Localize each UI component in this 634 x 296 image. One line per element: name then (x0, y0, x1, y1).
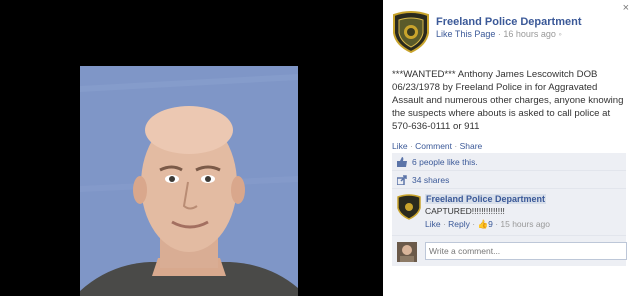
comment-link[interactable]: Comment (415, 141, 452, 151)
comment-timestamp[interactable]: 15 hours ago (500, 219, 550, 229)
post-meta: Like This Page · 16 hours ago ◦ (436, 29, 562, 39)
post-sidebar: × Freeland Police Department Like This P… (383, 0, 634, 296)
close-icon[interactable]: × (623, 2, 629, 14)
shares-count-link[interactable]: 34 shares (412, 175, 449, 185)
comment-author-link[interactable]: Freeland Police Department (425, 194, 547, 204)
post-text: ***WANTED*** Anthony James Lescowitch DO… (392, 69, 624, 132)
globe-icon: ◦ (558, 29, 562, 39)
police-badge-logo[interactable] (392, 11, 430, 54)
comment-item: Freeland Police Department CAPTURED!!!!!… (392, 189, 626, 236)
like-page-link[interactable]: Like This Page (436, 29, 495, 39)
viewer-avatar (397, 242, 417, 262)
share-link[interactable]: Share (460, 141, 483, 151)
thumbs-up-icon (397, 157, 407, 167)
post-timestamp[interactable]: 16 hours ago (503, 29, 556, 39)
shares-row: 34 shares (392, 171, 626, 189)
comment-like-count[interactable]: 9 (488, 219, 493, 229)
likes-row: 6 people like this. (392, 153, 626, 171)
commenter-badge-avatar[interactable] (397, 194, 421, 220)
likes-count-link[interactable]: 6 people like this. (412, 157, 478, 167)
feedback-box: 6 people like this. 34 shares Freeland P… (392, 153, 627, 266)
comment-text: CAPTURED!!!!!!!!!!!!!! (425, 206, 505, 216)
share-icon (396, 175, 407, 186)
comment-meta: Like · Reply · 👍9 · 15 hours ago (425, 219, 550, 230)
comment-thumbs-up-icon: 👍 (477, 219, 489, 229)
page-name-link[interactable]: Freeland Police Department (436, 16, 582, 28)
like-link[interactable]: Like (392, 141, 408, 151)
photo-viewer (0, 0, 383, 296)
post-actions: Like · Comment · Share (392, 141, 482, 151)
suspect-photo[interactable] (80, 66, 298, 296)
comment-reply-link[interactable]: Reply (448, 219, 470, 229)
comment-like-link[interactable]: Like (425, 219, 441, 229)
comment-input[interactable]: Write a comment... (425, 242, 627, 260)
comment-composer: Write a comment... (392, 236, 627, 266)
